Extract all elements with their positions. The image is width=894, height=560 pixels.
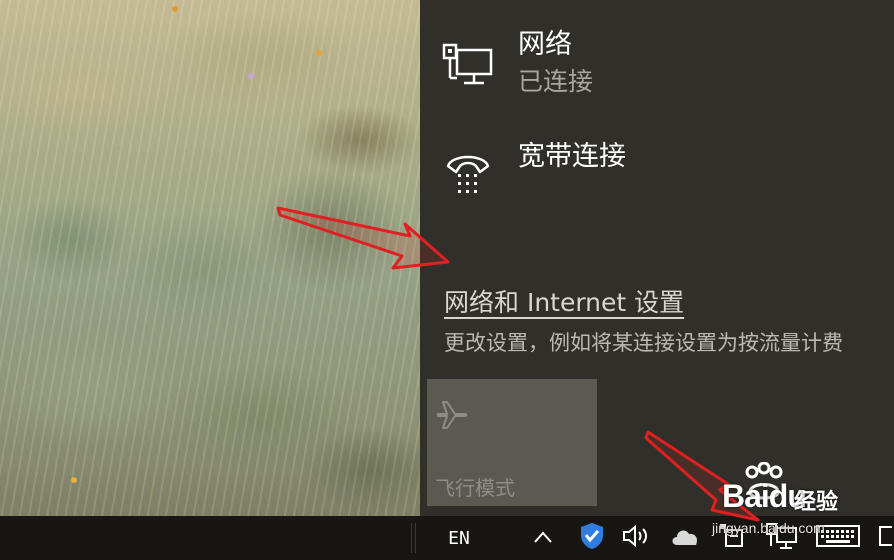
taskbar-divider — [415, 523, 416, 553]
network-settings-description: 更改设置，例如将某连接设置为按流量计费 — [444, 331, 843, 355]
watermark-brand-cn: 经验 — [794, 489, 839, 514]
notification-center-button[interactable] — [876, 516, 894, 560]
chevron-up-icon — [533, 529, 553, 548]
volume-tray-button[interactable] — [620, 516, 654, 560]
taskbar-divider — [411, 523, 412, 553]
security-tray-button[interactable] — [576, 516, 608, 560]
dialup-phone-icon — [442, 152, 494, 204]
connection-name: 网络 — [518, 29, 572, 60]
cloud-tray-button[interactable] — [668, 516, 702, 560]
network-flyout: 网络 已连接 宽带连接 网络和 Internet 设置 更改设置，例如将某连接设… — [420, 0, 894, 516]
airplane-mode-tile[interactable]: 飞行模式 — [427, 379, 597, 506]
notification-icon — [878, 525, 894, 551]
shield-icon — [579, 522, 605, 554]
wallpaper-flower — [71, 477, 77, 483]
wallpaper-flower — [316, 50, 322, 56]
volume-icon — [622, 524, 652, 552]
input-language-indicator[interactable]: EN — [436, 516, 482, 560]
airplane-icon — [435, 397, 469, 435]
desktop-wallpaper — [0, 0, 420, 516]
connection-name: 宽带连接 — [518, 141, 626, 172]
show-hidden-icons-button[interactable] — [528, 516, 558, 560]
baidu-jingyan-watermark: Baidu 经验 jingyan.baidu.com — [712, 461, 872, 552]
ethernet-monitor-icon — [442, 42, 494, 92]
wallpaper-texture — [0, 0, 420, 516]
cloud-icon — [669, 525, 701, 551]
wallpaper-flower — [172, 6, 178, 12]
network-connection-ethernet[interactable]: 网络 已连接 — [420, 14, 894, 104]
watermark-url: jingyan.baidu.com — [712, 520, 825, 536]
connection-status: 已连接 — [518, 67, 594, 96]
network-connection-broadband[interactable]: 宽带连接 — [420, 120, 894, 210]
network-settings-link[interactable]: 网络和 Internet 设置 — [444, 283, 684, 319]
wallpaper-flower — [248, 73, 254, 79]
airplane-mode-label: 飞行模式 — [435, 476, 515, 500]
